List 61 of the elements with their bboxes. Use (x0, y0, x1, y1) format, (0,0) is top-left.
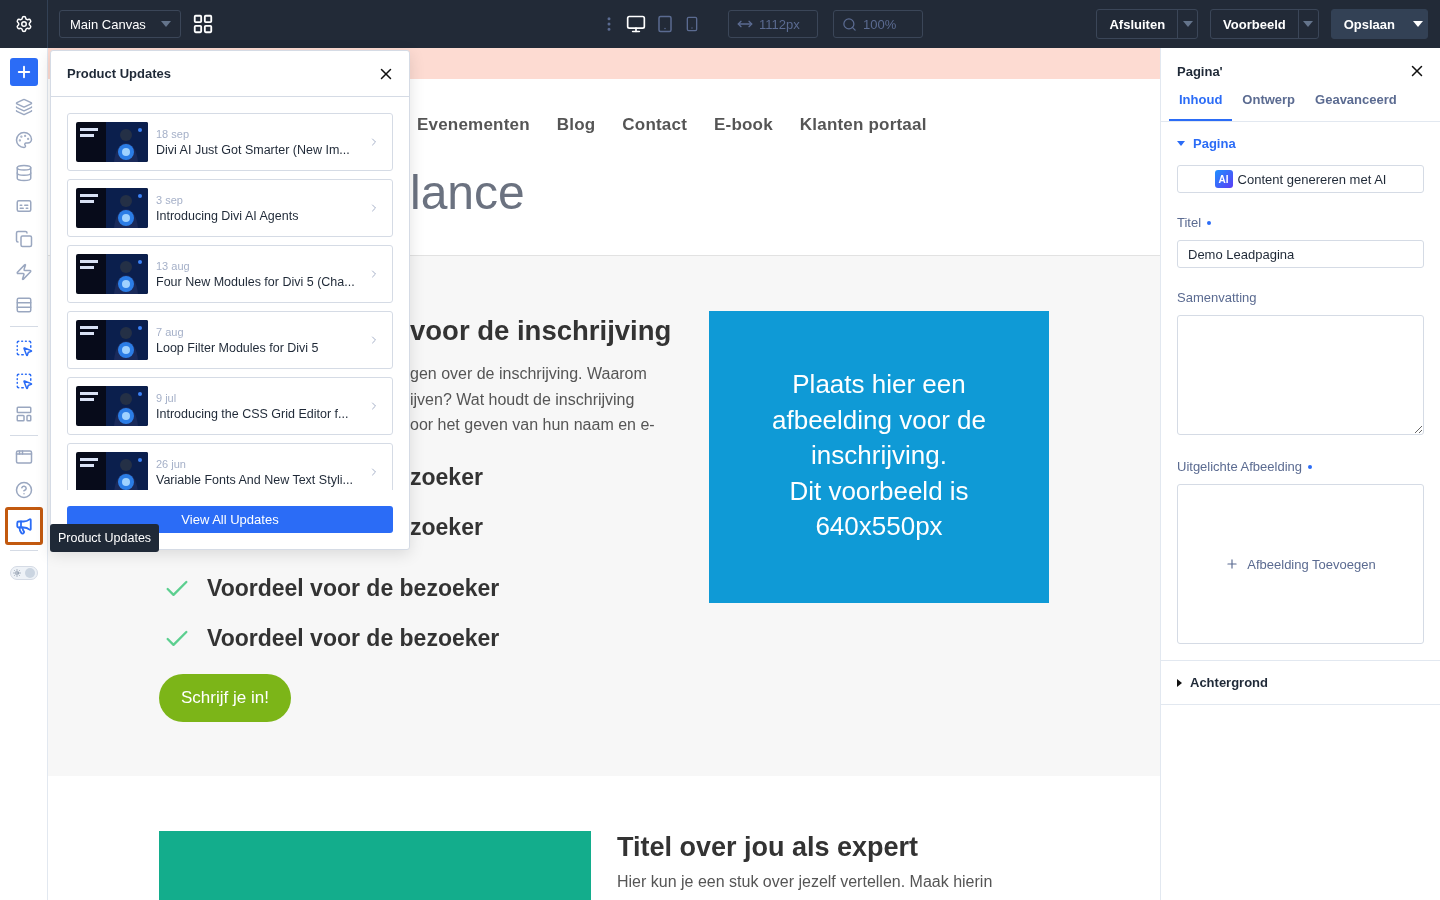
nav-link[interactable]: Evenementen (417, 115, 530, 135)
add-image-button[interactable]: Afbeelding Toevoegen (1177, 484, 1424, 644)
field-label: Samenvatting (1177, 290, 1257, 305)
benefit-text: Voordeel voor de bezoeker (207, 575, 500, 602)
paragraph-line: oor het geven van hun naam en e- (410, 415, 655, 435)
placeholder-text: Dit voorbeeld is 640x550px (788, 474, 970, 543)
benefit-text: zoeker (410, 513, 483, 540)
sun-icon (12, 569, 21, 577)
benefit-text: zoeker (410, 463, 483, 490)
field-label: Uitgelichte Afbeelding (1177, 459, 1303, 474)
split-button[interactable]: Voorbeeld (1210, 9, 1319, 39)
tablet-view-icon[interactable] (656, 15, 674, 33)
placeholder-text: Plaats hier een afbeelding voor de inschrijving. (771, 368, 987, 472)
nav-link[interactable]: Contact (622, 115, 687, 135)
popup-title: Product Updates (67, 66, 171, 81)
view-all-button[interactable]: View All Updates (67, 506, 393, 533)
toolbar-button[interactable]: Afsluiten (1097, 10, 1178, 38)
plus-icon (1225, 557, 1240, 571)
benefit-text: Voordeel voor de bezoeker (207, 625, 500, 652)
ai-badge: AI (1214, 170, 1233, 188)
site-title: lance (410, 165, 525, 220)
toolbar-button[interactable]: Opslaan (1331, 10, 1407, 38)
status-dot (1207, 220, 1212, 225)
title-field[interactable]: Demo Leadpagina (1177, 240, 1424, 268)
grid-icon[interactable] (192, 13, 214, 35)
section-toggle[interactable]: Achtergrond (1161, 661, 1440, 705)
panel-tab[interactable]: Ontwerp (1232, 92, 1306, 121)
summary-field[interactable] (1177, 315, 1424, 435)
update-card[interactable]: 9 jul Introducing the CSS Grid Editor f... (67, 377, 393, 435)
paragraph: Hier kun je een stuk over jezelf vertellen. Maak hierin (617, 873, 993, 891)
nav-link[interactable]: E-book (714, 115, 773, 135)
toolbar-button[interactable]: Voorbeeld (1211, 10, 1298, 38)
update-card[interactable]: 7 aug Loop Filter Modules for Divi 5 (67, 311, 393, 369)
split-button[interactable]: Afsluiten (1096, 9, 1199, 39)
nav-link[interactable]: Klanten portaal (799, 115, 927, 135)
theme-toggle[interactable] (9, 566, 38, 580)
settings-icon[interactable] (14, 15, 33, 33)
search-icon (842, 16, 857, 32)
paragraph-line: gen over de inschrijving. Waarom (410, 364, 648, 384)
desktop-view-icon[interactable] (626, 14, 646, 34)
megaphone-icon[interactable] (4, 507, 43, 545)
update-card[interactable]: 18 sep Divi AI Just Got Smarter (New Im... (67, 113, 393, 171)
paragraph-line: ijven? Wat houdt de inschrijving (410, 389, 636, 410)
canvas-select[interactable]: Main Canvas (59, 10, 181, 38)
split-button[interactable]: Opslaan (1330, 9, 1428, 39)
add-button[interactable] (9, 58, 38, 86)
panel-tab[interactable]: Geavanceerd (1305, 92, 1407, 121)
tooltip: Product Updates (50, 524, 160, 552)
field-label: Titel (1177, 215, 1202, 230)
update-card[interactable]: 3 sep Introducing Divi AI Agents (67, 179, 393, 237)
panel-tab[interactable]: Inhoud (1169, 92, 1233, 121)
panel-title: Pagina' (1177, 63, 1223, 79)
status-dot (1308, 464, 1313, 469)
nav-link[interactable]: Blog (556, 115, 596, 135)
section-toggle[interactable]: Pagina (1161, 122, 1440, 151)
ai-generate-button[interactable]: AI Content genereren met AI (1177, 165, 1424, 193)
section-heading: voor de inschrijving (410, 314, 672, 348)
section-heading: Titel over jou als expert (617, 831, 920, 863)
update-card[interactable]: 26 jun Variable Fonts And New Text Styli... (67, 443, 393, 490)
update-card[interactable]: 13 aug Four New Modules for Divi 5 (Cha... (67, 245, 393, 303)
phone-view-icon[interactable] (684, 16, 700, 32)
